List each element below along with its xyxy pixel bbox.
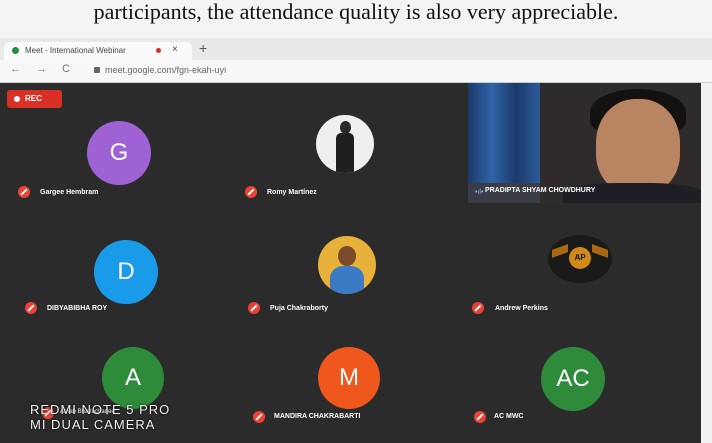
mic-off-icon — [474, 411, 486, 423]
speaking-indicator-icon: •ıl• — [475, 189, 484, 196]
participant-name: DIBYABIBHA ROY — [47, 305, 108, 312]
tab-meet-webinar[interactable]: Meet - International Webinar × — [4, 42, 192, 60]
avatar-ac-mwc: AC — [541, 347, 605, 411]
camera-watermark-line1: REDMI NOTE 5 PRO — [30, 402, 171, 417]
mic-off-icon — [248, 302, 260, 314]
document-caption: participants, the attendance quality is … — [0, 0, 712, 38]
participant-name: Puja Chakraborty — [270, 305, 328, 312]
tab-close-button[interactable]: × — [172, 44, 178, 55]
avatar-puja-photo — [318, 236, 376, 294]
meet-grid: REC G Gargee Hembram Romy Martínez •ıl• … — [0, 83, 712, 443]
record-dot-icon — [14, 96, 20, 102]
url-field[interactable]: meet.google.com/fgn-ekah-uyi — [105, 65, 226, 75]
lock-icon — [94, 67, 100, 73]
mic-off-icon — [253, 411, 265, 423]
meet-favicon-icon — [12, 47, 19, 54]
participant-name: Romy Martínez — [267, 189, 317, 196]
participant-name: PRADIPTA SHYAM CHOWDHURY — [485, 187, 596, 194]
avatar-romy-photo — [316, 115, 374, 173]
side-panel-edge — [701, 83, 712, 443]
tab-title: Meet - International Webinar — [25, 46, 126, 55]
avatar-andrew-logo: AP — [548, 235, 612, 283]
mic-off-icon — [472, 302, 484, 314]
participant-name: MANDIRA CHAKRABARTI — [274, 413, 361, 420]
camera-watermark-line2: MI DUAL CAMERA — [30, 417, 156, 432]
mic-off-icon — [18, 186, 30, 198]
mic-off-icon — [25, 302, 37, 314]
back-button[interactable]: ← — [10, 63, 21, 75]
mic-off-icon — [245, 186, 257, 198]
recording-label: REC — [25, 94, 42, 103]
new-tab-button[interactable]: + — [199, 40, 207, 56]
participant-name: Gargee Hembram — [40, 189, 99, 196]
reload-button[interactable]: C — [62, 63, 70, 75]
avatar-dibyabibha: D — [94, 240, 158, 304]
participant-name: Andrew Perkins — [495, 305, 548, 312]
address-bar: ← → C meet.google.com/fgn-ekah-uyi — [0, 60, 712, 83]
avatar-mandira: M — [318, 347, 380, 409]
browser-tab-bar: Meet - International Webinar × + — [0, 38, 712, 60]
video-tile-pradipta: •ıl• PRADIPTA SHYAM CHOWDHURY — [468, 83, 706, 203]
recording-dot-icon — [156, 48, 161, 53]
recording-badge: REC — [7, 90, 62, 108]
forward-button[interactable]: → — [36, 63, 47, 75]
avatar-arnab: A — [102, 347, 164, 409]
participant-name: AC MWC — [494, 413, 524, 420]
avatar-gargee: G — [87, 121, 151, 185]
